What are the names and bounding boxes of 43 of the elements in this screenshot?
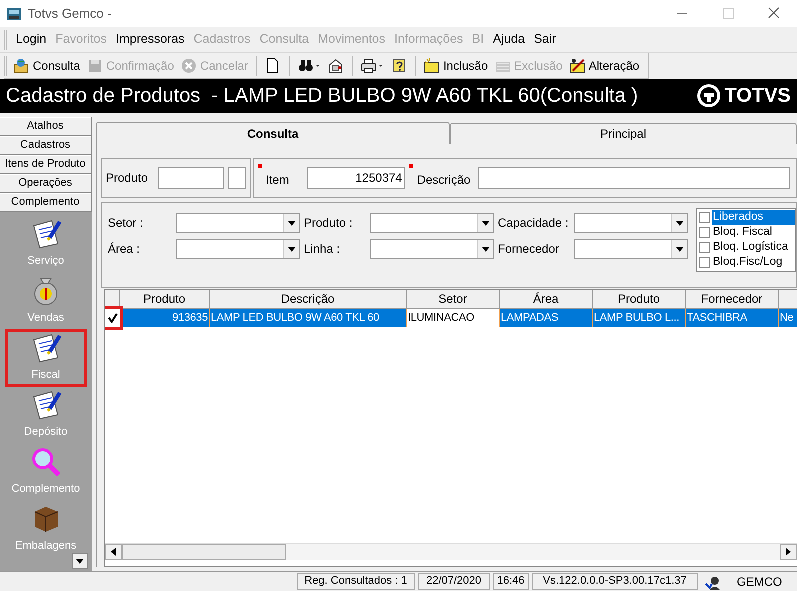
menu-item[interactable]: Impressoras bbox=[116, 30, 185, 49]
sidebar-section-button[interactable]: Atalhos bbox=[0, 117, 92, 136]
menu-item[interactable]: Sair bbox=[534, 30, 556, 49]
field-label: Descrição bbox=[417, 172, 471, 189]
sidebar-section-button[interactable]: Itens de Produto bbox=[0, 155, 92, 174]
list-item[interactable]: Bloq.Fisc/Log bbox=[712, 255, 795, 270]
sidebar-section-button[interactable]: Complemento bbox=[0, 193, 92, 212]
status-field: Reg. Consultados : 1 bbox=[297, 573, 415, 590]
field-label: Item bbox=[266, 172, 290, 189]
page-title: Cadastro de Produtos - LAMP LED BULBO 9W A60 TKL 60(Consulta ) bbox=[6, 84, 638, 109]
table-cell: TASCHIBRA bbox=[686, 309, 779, 327]
status-field: Vs.122.0.0.0-SP3.00.17c1.37 bbox=[532, 573, 698, 590]
toolbar-button[interactable]: Consulta bbox=[12, 54, 82, 76]
tab[interactable]: Principal bbox=[450, 123, 797, 144]
list-item[interactable]: Liberados bbox=[712, 210, 795, 225]
table-cell-text: Ne bbox=[779, 311, 795, 326]
field-label: Produto bbox=[106, 170, 148, 187]
input-field[interactable]: 1250374 bbox=[307, 167, 406, 189]
menu-item[interactable]: Ajuda bbox=[493, 30, 526, 49]
filter-label: Linha : bbox=[304, 241, 342, 258]
sidebar-section-button[interactable]: Cadastros bbox=[0, 136, 92, 155]
filter-label: Produto : bbox=[304, 215, 354, 232]
logo-text: TOTVS bbox=[724, 84, 791, 109]
table-cell: LAMP BULBO L... bbox=[593, 309, 686, 327]
tab[interactable]: Consulta bbox=[96, 122, 450, 144]
filter-label: Capacidade : bbox=[498, 215, 570, 232]
filter-label: Fornecedor bbox=[498, 241, 560, 258]
toolbar-button[interactable]: Alteração bbox=[568, 54, 642, 76]
toolbar-button[interactable]: Inclusão bbox=[422, 54, 490, 76]
table-cell: ILUMINACAO bbox=[407, 309, 500, 327]
list-item[interactable]: Bloq. Fiscal bbox=[712, 225, 795, 240]
list-item[interactable]: Bloq. Logística bbox=[712, 240, 795, 255]
table-row[interactable]: 913635 LAMP LED BULBO 9W A60 TKL 60 ILUMINACAO LAMPADAS LAMP BULBO L... TASCHIBRA Ne bbox=[105, 309, 797, 327]
status-field: 22/07/2020 bbox=[418, 573, 490, 590]
status-field: GEMCO bbox=[737, 572, 793, 590]
status-field: 16:46 bbox=[493, 573, 529, 590]
filter-label: Área : bbox=[108, 241, 142, 258]
window-title: Totvs Gemco - bbox=[28, 4, 112, 23]
menu-item[interactable]: Login bbox=[16, 30, 47, 49]
filter-label: Setor : bbox=[108, 215, 144, 232]
sidebar-section-button[interactable]: Operações bbox=[0, 174, 92, 193]
table-cell: 913635 bbox=[120, 309, 210, 327]
table-cell: LAMPADAS bbox=[500, 309, 593, 327]
